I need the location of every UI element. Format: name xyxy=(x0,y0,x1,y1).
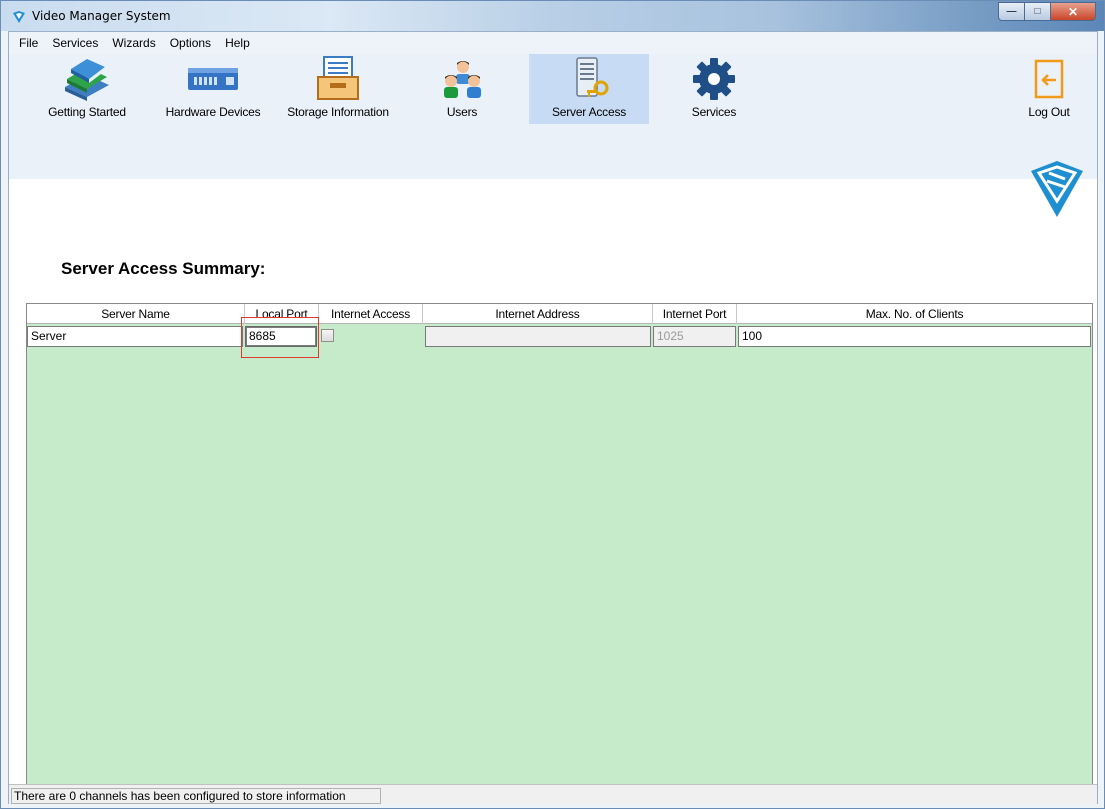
close-button[interactable]: ✕ xyxy=(1051,2,1096,21)
menu-help[interactable]: Help xyxy=(225,36,250,50)
app-window: Video Manager System — □ ✕ File Services… xyxy=(0,0,1105,809)
column-header-internet-address[interactable]: Internet Address xyxy=(423,304,653,324)
toolbar-label: Log Out xyxy=(1028,105,1070,119)
toolbar-label: Hardware Devices xyxy=(165,105,261,119)
page-title: Server Access Summary: xyxy=(61,259,266,278)
toolbar: Getting Started Hardware Devices Storage… xyxy=(9,54,1097,217)
minimize-button[interactable]: — xyxy=(998,2,1025,21)
server-name-field[interactable]: Server xyxy=(27,326,243,347)
status-bar: There are 0 channels has been configured… xyxy=(9,784,1097,804)
server-access-table: Server Name Local Port Internet Access I… xyxy=(26,303,1093,803)
storage-icon xyxy=(311,54,365,104)
toolbar-hardware-devices[interactable]: Hardware Devices xyxy=(155,54,271,124)
menu-bar: File Services Wizards Options Help xyxy=(9,32,1097,54)
internet-address-field[interactable] xyxy=(425,326,651,347)
toolbar-label: Users xyxy=(446,105,478,119)
title-bar[interactable]: Video Manager System — □ ✕ xyxy=(1,1,1104,31)
server-key-icon xyxy=(562,54,616,104)
app-logo-icon xyxy=(13,11,25,23)
toolbar-getting-started[interactable]: Getting Started xyxy=(37,54,137,124)
client-area: File Services Wizards Options Help Getti… xyxy=(8,31,1098,804)
menu-wizards[interactable]: Wizards xyxy=(112,36,155,50)
gear-icon xyxy=(687,54,741,104)
status-text: There are 0 channels has been configured… xyxy=(11,788,381,804)
device-icon xyxy=(186,54,240,104)
window-title: Video Manager System xyxy=(32,9,171,23)
table-header: Server Name Local Port Internet Access I… xyxy=(27,304,1092,324)
toolbar-label: Server Access xyxy=(551,105,627,119)
logout-icon xyxy=(1022,54,1076,104)
column-header-internet-port[interactable]: Internet Port xyxy=(653,304,737,324)
users-icon xyxy=(435,54,489,104)
toolbar-storage-information[interactable]: Storage Information xyxy=(275,54,401,124)
toolbar-services[interactable]: Services xyxy=(674,54,754,124)
column-header-internet-access[interactable]: Internet Access xyxy=(319,304,423,324)
table-row: Server 8685 1025 100 xyxy=(27,326,1092,347)
menu-file[interactable]: File xyxy=(19,36,38,50)
column-header-server-name[interactable]: Server Name xyxy=(27,304,245,324)
toolbar-label: Getting Started xyxy=(48,105,126,119)
menu-services[interactable]: Services xyxy=(52,36,98,50)
internet-port-field[interactable]: 1025 xyxy=(653,326,736,347)
toolbar-server-access[interactable]: Server Access xyxy=(529,54,649,124)
max-clients-field[interactable]: 100 xyxy=(738,326,1091,347)
logout-button[interactable]: Log Out xyxy=(1019,54,1079,124)
toolbar-users[interactable]: Users xyxy=(429,54,495,124)
window-controls: — □ ✕ xyxy=(998,2,1096,21)
local-port-highlight xyxy=(241,317,319,358)
maximize-button[interactable]: □ xyxy=(1025,2,1051,21)
brand-logo xyxy=(1031,161,1083,217)
menu-options[interactable]: Options xyxy=(170,36,211,50)
toolbar-label: Services xyxy=(691,105,737,119)
toolbar-label: Storage Information xyxy=(287,105,389,119)
books-icon xyxy=(60,54,114,104)
internet-access-checkbox[interactable] xyxy=(321,329,334,342)
column-header-max-clients[interactable]: Max. No. of Clients xyxy=(737,304,1092,324)
